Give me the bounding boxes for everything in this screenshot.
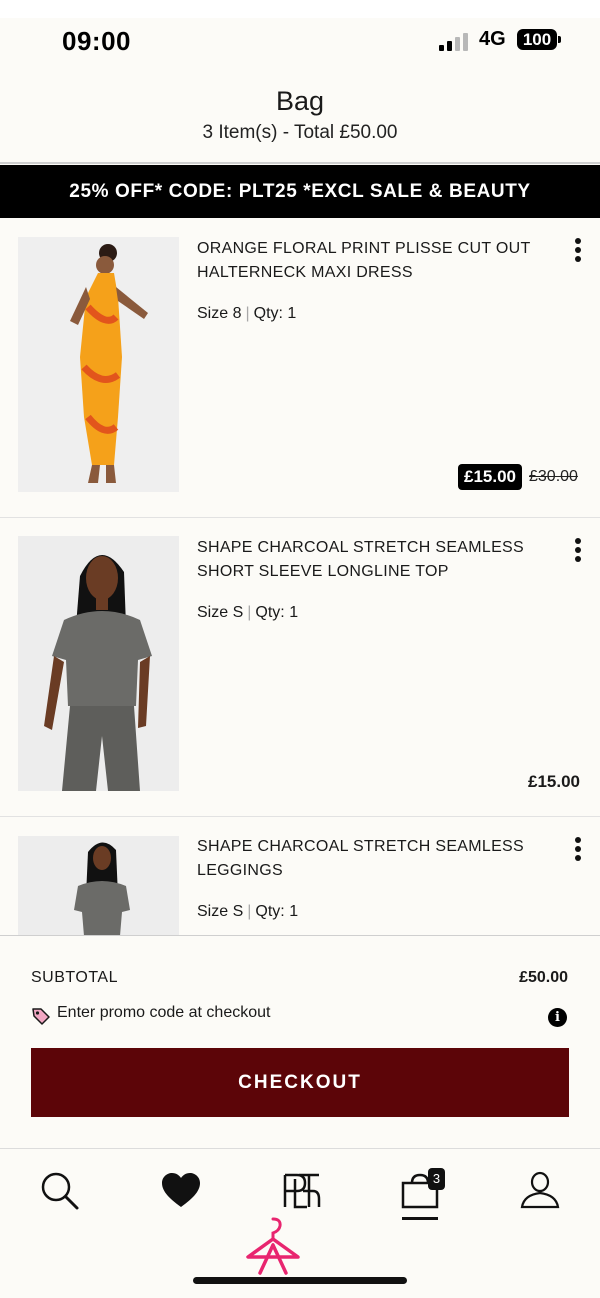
info-icon[interactable]: i <box>548 1008 567 1027</box>
home-indicator[interactable] <box>193 1277 407 1284</box>
product-name[interactable]: SHAPE CHARCOAL STRETCH SEAMLESS SHORT SL… <box>197 536 547 584</box>
active-tab-indicator <box>402 1217 438 1220</box>
product-options[interactable]: Size S | Qty: 1 <box>197 903 298 921</box>
options-separator: | <box>247 604 252 621</box>
product-options[interactable]: Size S | Qty: 1 <box>197 604 298 622</box>
product-image[interactable] <box>18 536 179 791</box>
product-qty: Qty: 1 <box>255 903 299 920</box>
product-size: Size S <box>197 604 244 621</box>
dress-photo <box>18 237 179 492</box>
page-header: Bag 3 Item(s) - Total £50.00 <box>0 86 600 144</box>
top-strip <box>0 0 600 18</box>
bag-item[interactable]: SHAPE CHARCOAL STRETCH SEAMLESS LEGGINGS… <box>0 817 600 935</box>
heart-icon[interactable] <box>159 1169 203 1213</box>
account-icon[interactable] <box>518 1169 562 1213</box>
bag-item[interactable]: SHAPE CHARCOAL STRETCH SEAMLESS SHORT SL… <box>0 518 600 816</box>
bag-summary: 3 Item(s) - Total £50.00 <box>202 122 398 143</box>
leggings-photo <box>18 836 179 935</box>
options-separator: | <box>247 903 252 920</box>
search-icon[interactable] <box>38 1169 82 1213</box>
product-image[interactable] <box>18 237 179 492</box>
promo-hint[interactable]: Enter promo code at checkout <box>57 1004 270 1022</box>
status-time: 09:00 <box>62 26 131 56</box>
product-name[interactable]: SHAPE CHARCOAL STRETCH SEAMLESS LEGGINGS <box>197 835 547 883</box>
page-title: Bag <box>275 86 325 116</box>
order-summary: SUBTOTAL £50.00 Enter promo code at chec… <box>0 935 600 1148</box>
top-photo <box>18 536 179 791</box>
more-options-icon[interactable] <box>570 238 586 264</box>
subtotal-label: SUBTOTAL <box>31 969 118 986</box>
sale-price: £15.00 <box>458 464 522 490</box>
product-image[interactable] <box>18 836 179 935</box>
bag-count-badge: 3 <box>428 1168 445 1190</box>
product-options[interactable]: Size 8 | Qty: 1 <box>197 305 296 323</box>
battery-tip <box>558 36 561 43</box>
subtotal-value: £50.00 <box>519 969 568 986</box>
signal-icon <box>439 31 469 51</box>
more-options-icon[interactable] <box>570 837 586 863</box>
more-options-icon[interactable] <box>570 538 586 564</box>
promo-banner[interactable]: 25% OFF* CODE: PLT25 *EXCL SALE & BEAUTY <box>0 165 600 218</box>
options-separator: | <box>245 305 250 322</box>
bottom-nav: 3 <box>0 1148 600 1298</box>
bag-item[interactable]: ORANGE FLORAL PRINT PLISSE CUT OUT HALTE… <box>0 218 600 517</box>
status-bar: 09:00 4G 100 <box>0 18 600 68</box>
network-type: 4G <box>479 28 506 50</box>
product-qty: Qty: 1 <box>253 305 297 322</box>
product-size: Size S <box>197 903 244 920</box>
bag-screen: 09:00 4G 100 Bag 3 Item(s) - Total £50.0… <box>0 0 600 1298</box>
product-name[interactable]: ORANGE FLORAL PRINT PLISSE CUT OUT HALTE… <box>197 237 547 285</box>
product-price: £15.00 <box>528 772 580 791</box>
checkout-button[interactable]: CHECKOUT <box>31 1048 569 1117</box>
tag-icon <box>32 1008 50 1025</box>
header-divider <box>0 162 600 164</box>
battery-icon: 100 <box>517 29 557 50</box>
original-price: £30.00 <box>529 468 578 485</box>
product-size: Size 8 <box>197 305 242 322</box>
plt-logo-icon[interactable] <box>279 1169 323 1213</box>
hanger-logo-icon <box>246 1217 300 1275</box>
product-qty: Qty: 1 <box>255 604 299 621</box>
